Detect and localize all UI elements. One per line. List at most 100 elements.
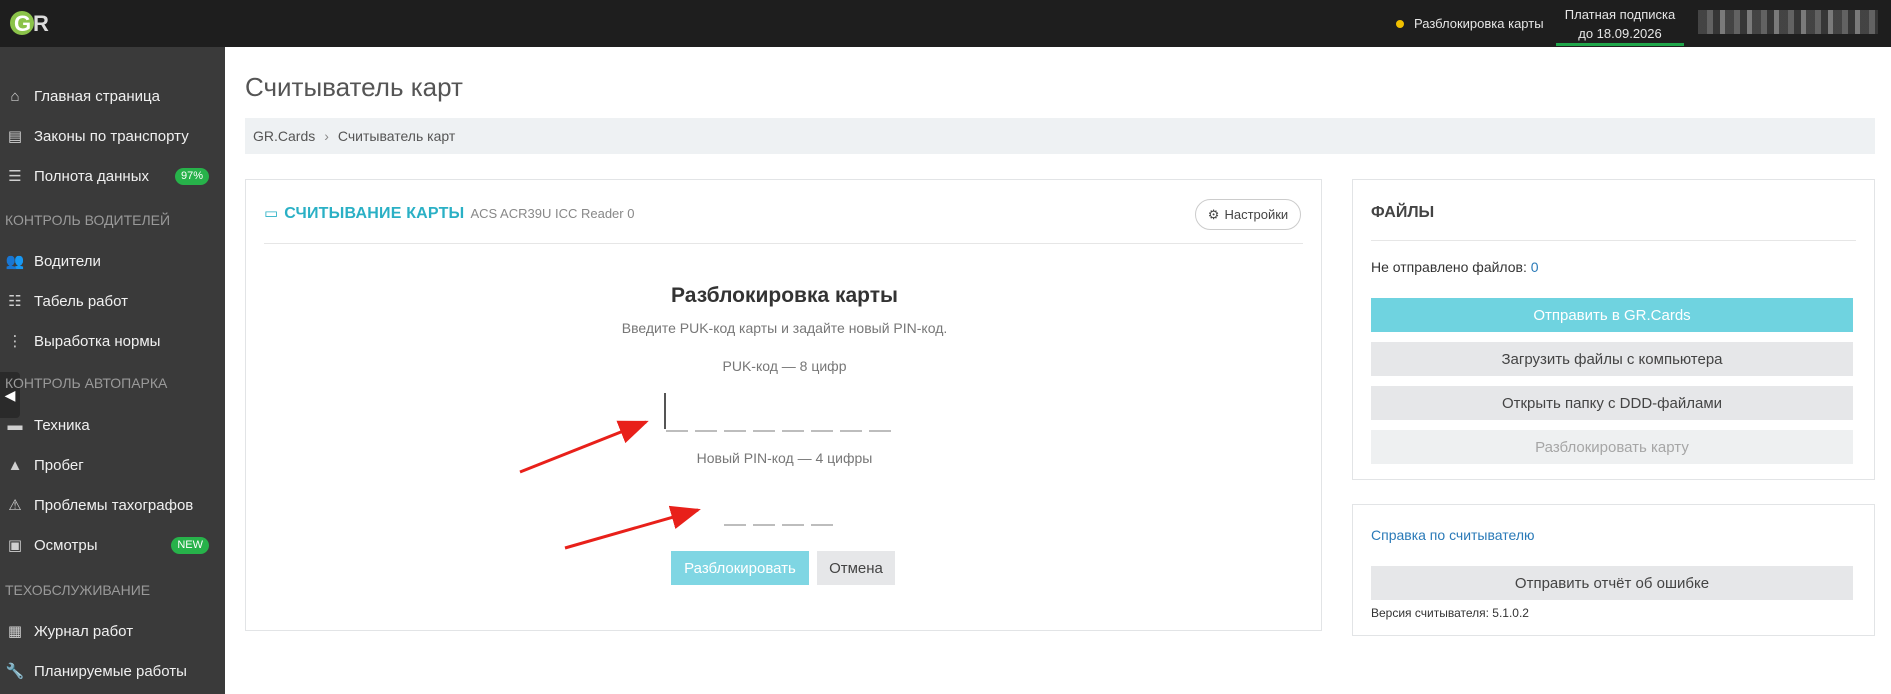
upload-files-button[interactable]: Загрузить файлы с компьютера (1371, 342, 1853, 376)
send-to-grcards-button[interactable]: Отправить в GR.Cards (1371, 298, 1853, 332)
card-reading-panel: ▭ СЧИТЫВАНИЕ КАРТЫ ACS ACR39U ICC Reader… (245, 179, 1322, 631)
home-icon: ⌂ (10, 87, 20, 105)
subscription-line2: до 18.09.2026 (1578, 26, 1662, 41)
puk-digit[interactable] (753, 430, 775, 432)
files-not-sent-label: Не отправлено файлов: (1371, 259, 1527, 275)
sidebar-item-label: Проблемы тахографов (34, 496, 194, 514)
credit-card-icon: ▭ (264, 205, 279, 222)
new-badge: NEW (171, 537, 209, 554)
section-drivers-control: КОНТРОЛЬ ВОДИТЕЛЕЙ (5, 212, 171, 228)
unlock-subtitle: Введите PUK-код карты и задайте новый PI… (621, 320, 948, 336)
sidebar: ⌂ Главная страница ▤ Законы по транспорт… (0, 47, 225, 694)
user-account-blurred[interactable] (1698, 10, 1878, 34)
road-icon: ▲ (7, 456, 23, 474)
puk-digit[interactable] (869, 430, 891, 432)
send-error-report-button[interactable]: Отправить отчёт об ошибке (1371, 566, 1853, 600)
files-not-sent-count[interactable]: 0 (1531, 259, 1539, 275)
book-icon: ▤ (7, 128, 23, 145)
pin-digit[interactable] (753, 524, 775, 526)
status-dot-icon (1396, 19, 1404, 28)
sidebar-item-laws[interactable]: ▤ Законы по транспорту (0, 116, 225, 156)
card-reading-title: СЧИТЫВАНИЕ КАРТЫ (284, 205, 465, 222)
top-bar: G R Разблокировка карты Платная подписка… (0, 0, 1891, 47)
sidebar-item-work-log[interactable]: ▦ Журнал работ (0, 611, 225, 651)
breadcrumb: GR.Cards › Считыватель карт (245, 118, 1875, 154)
warning-icon: ⚠ (8, 497, 22, 514)
top-status-text: Разблокировка карты (1414, 16, 1544, 31)
breadcrumb-current: Считыватель карт (337, 128, 456, 144)
chevron-right-icon: › (324, 128, 329, 144)
sidebar-item-drivers[interactable]: 👥 Водители (0, 241, 225, 281)
pin-input[interactable] (724, 524, 840, 526)
sidebar-item-home[interactable]: ⌂ Главная страница (0, 76, 225, 116)
subscription-bar (1556, 43, 1684, 46)
puk-label: PUK-код — 8 цифр (722, 358, 847, 374)
sidebar-item-label: Полнота данных (34, 167, 149, 185)
cancel-button[interactable]: Отмена (817, 551, 895, 585)
unlock-card-button[interactable]: Разблокировать карту (1371, 430, 1853, 464)
divider (1371, 240, 1856, 241)
puk-digit[interactable] (695, 430, 717, 432)
subscription-info[interactable]: Платная подписка до 18.09.2026 (1556, 0, 1684, 47)
pin-digit[interactable] (724, 524, 746, 526)
list-icon: ⋮ (7, 333, 23, 350)
sidebar-item-vehicles[interactable]: ▬ Техника (0, 405, 225, 445)
unlock-title: Разблокировка карты (671, 284, 898, 307)
inspection-icon: ▣ (7, 537, 23, 554)
sidebar-item-planned-works[interactable]: 🔧 Планируемые работы (0, 651, 225, 691)
files-panel: ФАЙЛЫ Не отправлено файлов: 0 Отправить … (1352, 179, 1875, 480)
open-ddd-folder-button[interactable]: Открыть папку с DDD-файлами (1371, 386, 1853, 420)
puk-digit[interactable] (782, 430, 804, 432)
puk-digit[interactable] (840, 430, 862, 432)
reader-name: ACS ACR39U ICC Reader 0 (470, 206, 635, 221)
sidebar-item-label: Выработка нормы (34, 332, 161, 350)
sidebar-item-mileage[interactable]: ▲ Пробег (0, 445, 225, 485)
section-fleet-control: КОНТРОЛЬ АВТОПАРКА (5, 375, 168, 391)
sidebar-item-data-completeness[interactable]: ☰ Полнота данных 97% (0, 156, 225, 196)
pin-digit[interactable] (811, 524, 833, 526)
help-panel: Справка по считывателю Отправить отчёт о… (1352, 504, 1875, 636)
unlock-button[interactable]: Разблокировать (671, 551, 809, 585)
calendar-icon: ▦ (7, 623, 23, 640)
top-status: Разблокировка карты (1396, 16, 1544, 31)
users-icon: 👥 (5, 253, 25, 270)
sidebar-item-label: Главная страница (34, 87, 160, 105)
settings-label: Настройки (1224, 207, 1289, 222)
sidebar-item-label: Водители (34, 252, 101, 270)
wrench-icon: 🔧 (5, 663, 25, 680)
card-reading-header: ▭ СЧИТЫВАНИЕ КАРТЫ ACS ACR39U ICC Reader… (264, 204, 634, 223)
sidebar-item-label: Журнал работ (34, 622, 134, 640)
svg-text:G: G (14, 11, 31, 36)
sidebar-item-label: Пробег (34, 456, 84, 474)
sidebar-item-label: Техника (34, 416, 90, 434)
files-not-sent: Не отправлено файлов: 0 (1371, 259, 1539, 275)
text-cursor (664, 393, 666, 429)
reader-version: Версия считывателя: 5.1.0.2 (1371, 606, 1529, 620)
sidebar-item-norm[interactable]: ⋮ Выработка нормы (0, 321, 225, 361)
sidebar-item-tacho-problems[interactable]: ⚠ Проблемы тахографов (0, 485, 225, 525)
subscription-line1: Платная подписка (1564, 7, 1676, 22)
pin-label: Новый PIN-код — 4 цифры (696, 450, 873, 466)
puk-input[interactable] (666, 430, 898, 432)
gear-icon: ⚙ (1207, 206, 1220, 222)
gr-logo[interactable]: G R (8, 7, 60, 39)
svg-text:R: R (33, 11, 49, 36)
puk-digit[interactable] (666, 430, 688, 432)
sidebar-item-inspections[interactable]: ▣ Осмотры NEW (0, 525, 225, 565)
files-title: ФАЙЛЫ (1371, 204, 1435, 221)
pin-digit[interactable] (782, 524, 804, 526)
section-maintenance: ТЕХОБСЛУЖИВАНИЕ (5, 582, 151, 598)
completeness-badge: 97% (174, 168, 209, 185)
puk-digit[interactable] (724, 430, 746, 432)
settings-button[interactable]: ⚙ Настройки (1195, 199, 1301, 230)
chart-icon: ☰ (8, 168, 22, 185)
page-title: Считыватель карт (245, 72, 463, 102)
sidebar-item-timesheet[interactable]: ☷ Табель работ (0, 281, 225, 321)
sidebar-item-label: Осмотры (34, 536, 98, 554)
reader-help-link[interactable]: Справка по считывателю (1371, 527, 1535, 543)
breadcrumb-link-grcards[interactable]: GR.Cards (253, 128, 315, 144)
bus-icon: ▬ (7, 416, 23, 434)
sidebar-item-label: Планируемые работы (34, 662, 187, 680)
list-icon: ☷ (8, 293, 22, 310)
puk-digit[interactable] (811, 430, 833, 432)
